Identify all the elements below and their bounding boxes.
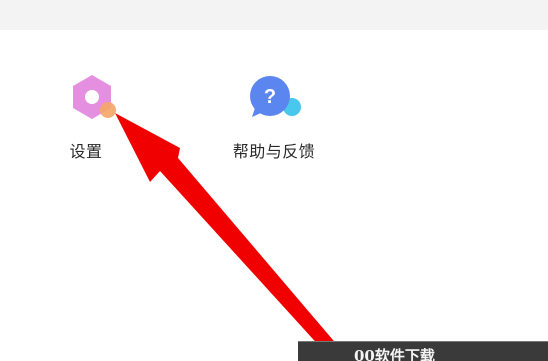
settings-menu-item[interactable]: 设置: [62, 74, 122, 164]
help-feedback-label: 帮助与反馈: [232, 142, 316, 161]
top-divider-band: [0, 0, 548, 30]
watermark-text: 00软件下载: [354, 347, 435, 361]
help-question-glyph: ?: [264, 86, 276, 108]
gear-icon[interactable]: [70, 74, 122, 122]
annotation-arrow: [115, 113, 350, 360]
watermark-banner: 00软件下载: [298, 341, 548, 361]
help-bubble-icon[interactable]: ?: [246, 76, 304, 122]
help-feedback-menu-item[interactable]: ? 帮助与反馈: [220, 74, 328, 164]
settings-label: 设置: [69, 142, 103, 161]
